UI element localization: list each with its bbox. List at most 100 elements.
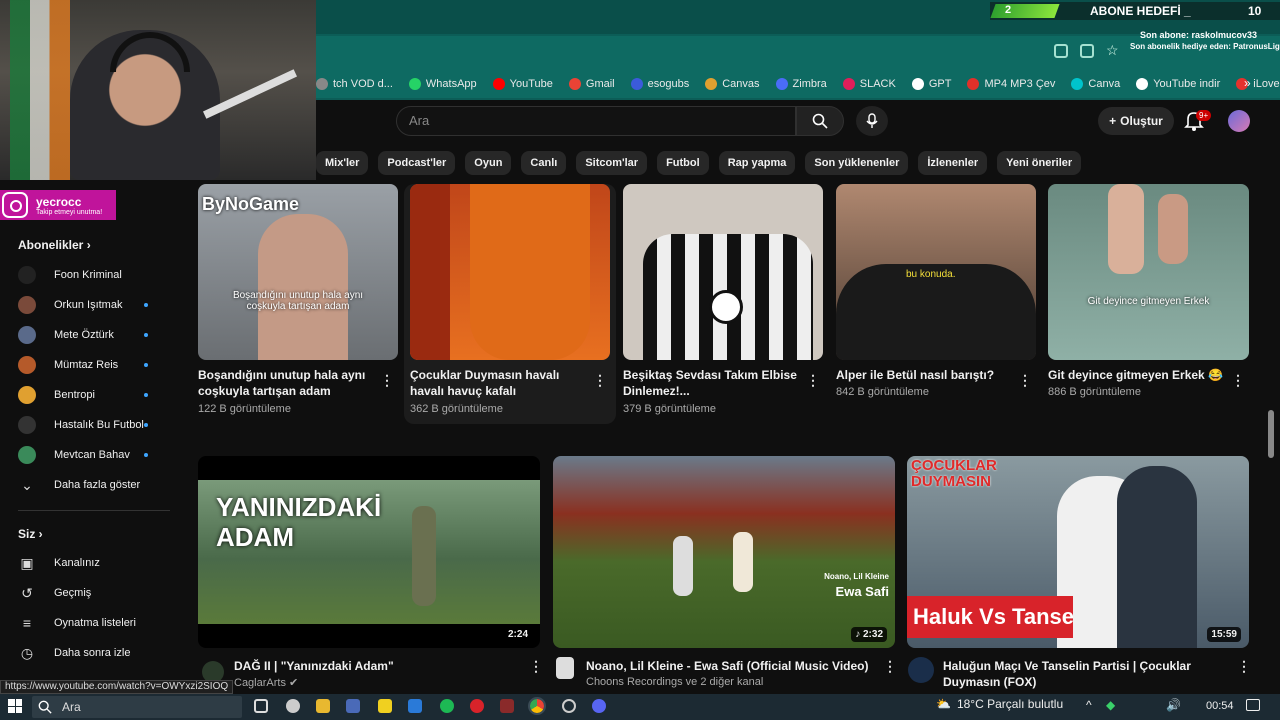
bookmark-item[interactable]: Gmail bbox=[568, 78, 615, 90]
subscriptions-heading[interactable]: Abonelikler › bbox=[18, 238, 91, 252]
sticky-notes-icon[interactable] bbox=[378, 699, 392, 713]
show-more-button[interactable]: ⌄ Daha fazla göster bbox=[18, 470, 168, 500]
video-thumbnail[interactable] bbox=[623, 184, 823, 360]
bookmark-favicon-icon bbox=[842, 78, 855, 90]
filter-chip[interactable]: Podcast'ler bbox=[378, 151, 456, 175]
windows-start-icon[interactable] bbox=[8, 699, 22, 713]
new-content-dot bbox=[144, 423, 148, 427]
taskbar-clock[interactable]: 00:54 bbox=[1206, 700, 1234, 712]
volume-icon[interactable]: 🔊 bbox=[1166, 698, 1181, 712]
instagram-badge: yecrocc Takip etmeyi unutma! bbox=[0, 190, 116, 220]
video-thumbnail[interactable]: ÇOCUKLAR DUYMASIN Haluk Vs Tansel 15:59 bbox=[907, 456, 1249, 648]
filter-chip[interactable]: Mix'ler bbox=[316, 151, 369, 175]
more-options-icon[interactable]: ⋮ bbox=[883, 658, 897, 675]
sidebar-item-channel[interactable]: ▣ Kanalınız bbox=[18, 548, 168, 578]
sidebar-subscription[interactable]: Mümtaz Reis bbox=[18, 350, 168, 380]
obs-icon[interactable] bbox=[562, 699, 576, 713]
video-thumbnail[interactable] bbox=[410, 184, 610, 360]
sidebar-subscription[interactable]: Orkun Işıtmak bbox=[18, 290, 168, 320]
bookmark-item[interactable]: YouTube bbox=[492, 78, 553, 90]
file-explorer-icon[interactable] bbox=[316, 699, 330, 713]
channel-name[interactable]: CaglarArts ✔ bbox=[234, 676, 298, 689]
more-options-icon[interactable]: ⋮ bbox=[593, 372, 607, 389]
opera-icon[interactable] bbox=[470, 699, 484, 713]
sidebar-subscription[interactable]: Mevtcan Bahav bbox=[18, 440, 168, 470]
filter-chip[interactable]: Rap yapma bbox=[718, 151, 796, 175]
sidebar-subscription[interactable]: Bentropi bbox=[18, 380, 168, 410]
video-thumbnail[interactable]: ByNoGame Boşandığını unutup hala aynı co… bbox=[198, 184, 398, 360]
bookmark-item[interactable]: esogubs bbox=[630, 78, 689, 90]
filter-chip[interactable]: Sitcom'lar bbox=[576, 151, 648, 175]
filter-chip[interactable]: Futbol bbox=[657, 151, 709, 175]
chrome-icon[interactable] bbox=[528, 697, 546, 715]
bookmark-item[interactable]: Canvas bbox=[705, 78, 760, 90]
more-options-icon[interactable]: ⋮ bbox=[806, 372, 820, 389]
account-avatar[interactable] bbox=[1228, 110, 1250, 132]
video-thumbnail[interactable]: YANINIZDAKİ ADAM 2:24 bbox=[198, 456, 540, 648]
sidebar-item-playlists[interactable]: ≡ Oynatma listeleri bbox=[18, 608, 168, 638]
star-icon[interactable]: ☆ bbox=[1106, 42, 1119, 59]
more-options-icon[interactable]: ⋮ bbox=[1237, 658, 1251, 675]
video-title[interactable]: Git deyince gitmeyen Erkek 😂 bbox=[1048, 367, 1228, 383]
zoom-icon[interactable] bbox=[1054, 44, 1068, 58]
video-title[interactable]: Beşiktaş Sevdası Takım Elbise Dinlemez!.… bbox=[623, 367, 803, 399]
sidebar-item-watch-later[interactable]: ◷ Daha sonra izle bbox=[18, 638, 168, 668]
create-button[interactable]: + Oluştur bbox=[1098, 107, 1174, 135]
bookmark-item[interactable]: GPT bbox=[911, 78, 951, 90]
taskbar-search[interactable]: Ara bbox=[32, 696, 242, 718]
search-input[interactable]: Ara bbox=[396, 106, 796, 136]
channel-avatar[interactable] bbox=[556, 657, 574, 679]
task-view-icon[interactable] bbox=[254, 699, 268, 713]
video-title[interactable]: Noano, Lil Kleine - Ewa Safi (Official M… bbox=[586, 658, 876, 674]
more-options-icon[interactable]: ⋮ bbox=[380, 372, 394, 389]
filter-chip[interactable]: Son yüklenenler bbox=[805, 151, 909, 175]
sidebar-subscription[interactable]: Mete Öztürk bbox=[18, 320, 168, 350]
search-icon bbox=[812, 113, 828, 129]
weather-widget[interactable]: ⛅ 18°C Parçalı bulutlu bbox=[936, 697, 1063, 711]
bookmark-item[interactable]: Zimbra bbox=[775, 78, 827, 90]
cast-icon[interactable] bbox=[1080, 44, 1094, 58]
sidebar-subscription[interactable]: Hastalık Bu Futbol bbox=[18, 410, 168, 440]
video-title[interactable]: Alper ile Betül nasıl barıştı? bbox=[836, 367, 1016, 383]
bookmark-item[interactable]: iLovePDF bbox=[1236, 78, 1280, 90]
video-title[interactable]: Boşandığını unutup hala aynı coşkuyla ta… bbox=[198, 367, 376, 399]
mail-icon[interactable] bbox=[408, 699, 422, 713]
video-title[interactable]: Haluğun Maçı Ve Tanselin Partisi | Çocuk… bbox=[943, 658, 1223, 690]
search-button[interactable] bbox=[796, 106, 844, 136]
sidebar-item-history[interactable]: ↺ Geçmiş bbox=[18, 578, 168, 608]
discord-icon[interactable] bbox=[592, 699, 606, 713]
tray-chevron-icon[interactable]: ^ bbox=[1086, 698, 1092, 712]
app-icon[interactable] bbox=[500, 699, 514, 713]
channel-name[interactable]: Choons Recordings ve 2 diğer kanal bbox=[586, 676, 763, 688]
shield-icon[interactable]: ◆ bbox=[1106, 698, 1115, 712]
more-options-icon[interactable]: ⋮ bbox=[1018, 372, 1032, 389]
more-options-icon[interactable]: ⋮ bbox=[529, 658, 543, 675]
video-title[interactable]: Çocuklar Duymasın havalı havalı havuç ka… bbox=[410, 367, 590, 399]
video-title[interactable]: DAĞ II | "Yanınızdaki Adam" bbox=[234, 658, 514, 674]
filter-chip[interactable]: Yeni öneriler bbox=[997, 151, 1082, 175]
bookmark-item[interactable]: Canva bbox=[1071, 78, 1120, 90]
sidebar-subscription[interactable]: Foon Kriminal bbox=[18, 260, 168, 290]
video-thumbnail[interactable]: Noano, Lil Kleine Ewa Safi ♪ 2:32 bbox=[553, 456, 895, 648]
channel-avatar[interactable] bbox=[908, 657, 934, 683]
bookmark-item[interactable]: MP4 MP3 Çev bbox=[967, 78, 1055, 90]
bookmark-item[interactable]: tch VOD d... bbox=[316, 78, 393, 90]
more-bookmarks-icon[interactable]: » bbox=[1244, 76, 1251, 90]
bookmark-item[interactable]: YouTube indir bbox=[1136, 78, 1220, 90]
you-heading[interactable]: Siz › bbox=[18, 527, 43, 541]
filter-chip[interactable]: Oyun bbox=[465, 151, 512, 175]
bookmark-item[interactable]: WhatsApp bbox=[408, 78, 477, 90]
bookmark-item[interactable]: SLACK bbox=[842, 78, 896, 90]
spotify-icon[interactable] bbox=[440, 699, 454, 713]
filter-chip[interactable]: İzlenenler bbox=[918, 151, 988, 175]
app-icon[interactable] bbox=[346, 699, 360, 713]
settings-icon[interactable] bbox=[286, 699, 300, 713]
filter-chip[interactable]: Canlı bbox=[521, 151, 567, 175]
more-options-icon[interactable]: ⋮ bbox=[1231, 372, 1245, 389]
page-scrollbar[interactable] bbox=[1268, 410, 1274, 458]
voice-search-button[interactable] bbox=[856, 106, 888, 136]
video-thumbnail[interactable]: Git deyince gitmeyen Erkek bbox=[1048, 184, 1249, 360]
thumbnail-person bbox=[470, 184, 590, 360]
video-thumbnail[interactable]: bu konuda. bbox=[836, 184, 1036, 360]
notifications-center-icon[interactable] bbox=[1246, 699, 1260, 711]
